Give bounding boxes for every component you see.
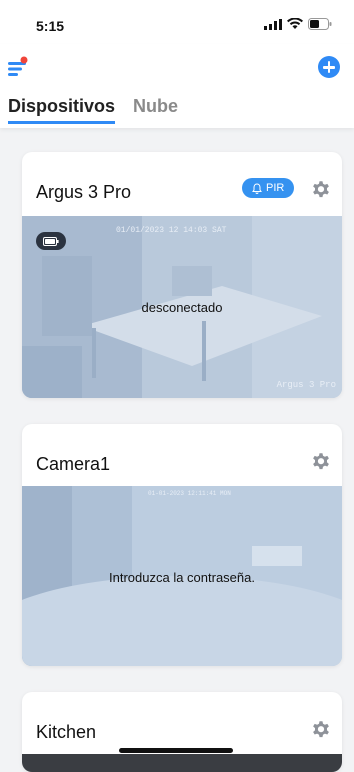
overlay-watermark: Argus 3 Pro	[276, 380, 336, 390]
status-icons	[264, 18, 332, 30]
device-status-message: desconectado	[141, 300, 223, 315]
tab-bar: Dispositivos Nube	[8, 96, 178, 124]
battery-status-icon	[308, 18, 332, 30]
overlay-timestamp: 01/01/2023 12 14:03 SAT	[116, 226, 227, 235]
wifi-icon	[287, 18, 303, 29]
battery-icon	[43, 236, 59, 246]
device-name: Argus 3 Pro	[36, 182, 132, 202]
pir-badge[interactable]: PIR	[242, 178, 295, 198]
gear-icon[interactable]	[310, 450, 332, 472]
overlay-timestamp: 01-01-2023 12:11:41 MON	[148, 490, 231, 497]
pir-label: PIR	[266, 182, 285, 194]
add-device-button[interactable]	[318, 56, 340, 78]
home-indicator	[119, 748, 233, 753]
camera-preview[interactable]	[22, 754, 342, 772]
menu-icon	[8, 56, 28, 76]
device-name: Kitchen	[36, 722, 97, 742]
battery-indicator	[36, 232, 66, 250]
tab-dispositivos[interactable]: Dispositivos	[8, 96, 116, 124]
camera-preview[interactable]: 01/01/2023 12 14:03 SAT Argus 3 Pro desc…	[22, 216, 342, 398]
tab-nube[interactable]: Nube	[133, 96, 178, 124]
device-status-message: Introduzca la contraseña.	[109, 570, 255, 585]
bell-icon	[252, 182, 262, 194]
signal-icon	[264, 18, 282, 30]
status-bar: 5:15	[0, 0, 354, 44]
device-card-kitchen[interactable]: Kitchen	[22, 692, 342, 772]
status-time: 5:15	[36, 18, 65, 34]
app-header: Dispositivos Nube	[0, 44, 354, 128]
menu-button[interactable]	[8, 56, 30, 76]
device-card-camera1[interactable]: Camera1 01-01-2023 12:11:41 MON Introduz…	[22, 424, 342, 666]
device-name: Camera1	[36, 454, 111, 474]
gear-icon[interactable]	[310, 718, 332, 740]
gear-icon[interactable]	[310, 178, 332, 200]
camera-preview[interactable]: 01-01-2023 12:11:41 MON Introduzca la co…	[22, 486, 342, 666]
device-card-argus-3-pro[interactable]: Argus 3 Pro PIR 01/01/2023 12 14:03 SAT …	[22, 152, 342, 398]
